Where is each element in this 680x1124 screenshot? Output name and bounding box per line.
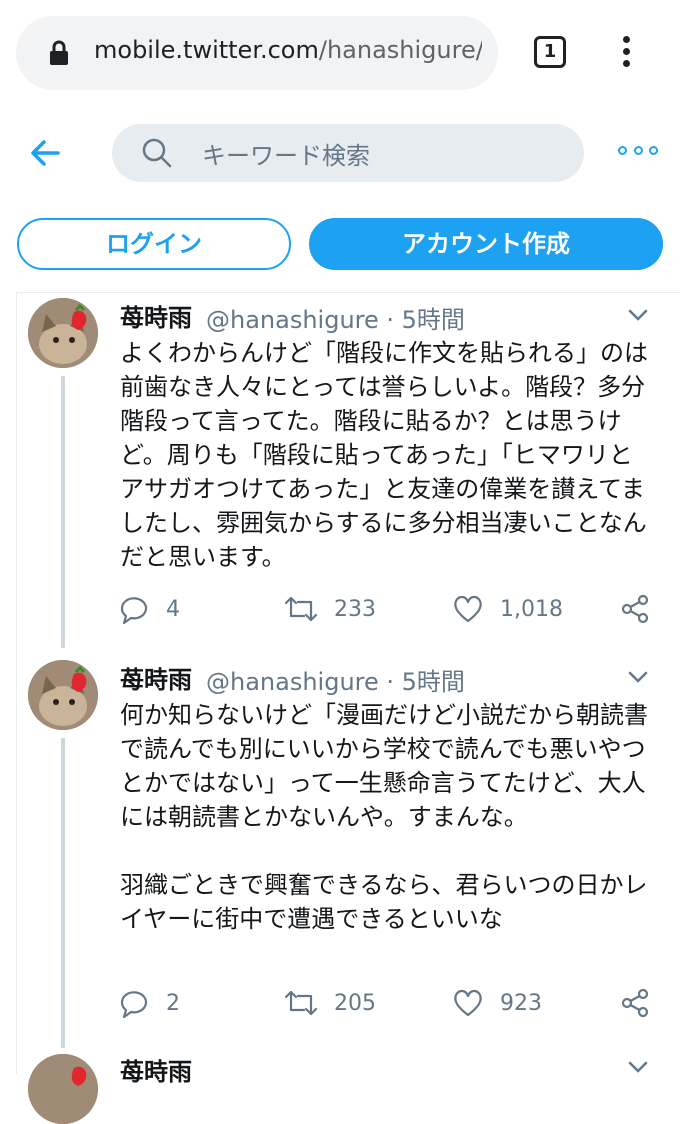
handle-timestamp[interactable]: @hanashigure · 5時間 bbox=[206, 662, 465, 697]
tab-switcher-button[interactable]: 1 bbox=[534, 36, 566, 68]
search-placeholder: キーワード検索 bbox=[202, 142, 370, 170]
tweet-text: 何か知らないけど「漫画だけど小説だから朝読書で読んでも別にいいから学校で読んでも… bbox=[120, 701, 648, 933]
avatar-image bbox=[28, 298, 98, 368]
tweet-text: よくわからんけど「階段に作文を貼られる」のは前歯なき人々にとっては誉らしいよ。階… bbox=[120, 339, 648, 571]
display-name[interactable]: 苺時雨 bbox=[120, 1052, 192, 1087]
like-count: 1,018 bbox=[500, 596, 563, 622]
reply-icon bbox=[120, 991, 148, 1018]
reply-action[interactable]: 4 bbox=[118, 594, 180, 624]
avatar-image bbox=[28, 660, 98, 730]
reply-count: 4 bbox=[166, 596, 180, 622]
retweet-count: 233 bbox=[334, 596, 376, 622]
chevron-down-icon[interactable] bbox=[628, 670, 648, 684]
reply-count: 2 bbox=[166, 990, 180, 1016]
avatar[interactable] bbox=[28, 660, 98, 730]
browser-menu-icon[interactable] bbox=[618, 36, 634, 72]
display-name[interactable]: 苺時雨 bbox=[120, 298, 192, 333]
chevron-down-icon[interactable] bbox=[628, 308, 648, 322]
heart-icon bbox=[454, 989, 482, 1017]
search-icon bbox=[142, 138, 172, 168]
like-action[interactable]: 1,018 bbox=[452, 594, 563, 624]
chevron-down-icon[interactable] bbox=[628, 1060, 648, 1074]
like-action[interactable]: 923 bbox=[452, 988, 542, 1018]
display-name[interactable]: 苺時雨 bbox=[120, 660, 192, 695]
avatar-image bbox=[28, 1054, 98, 1124]
login-button[interactable]: ログイン bbox=[17, 218, 291, 270]
reply-action[interactable]: 2 bbox=[118, 988, 180, 1018]
retweet-count: 205 bbox=[334, 990, 376, 1016]
avatar[interactable] bbox=[28, 298, 98, 368]
like-count: 923 bbox=[500, 990, 542, 1016]
thread-line bbox=[61, 376, 65, 648]
retweet-action[interactable]: 233 bbox=[284, 594, 376, 624]
signup-button[interactable]: アカウント作成 bbox=[309, 218, 663, 270]
more-options-icon[interactable] bbox=[618, 146, 658, 160]
url-host: mobile.twitter.com bbox=[94, 36, 319, 64]
avatar[interactable] bbox=[28, 1054, 98, 1124]
retweet-action[interactable]: 205 bbox=[284, 988, 376, 1018]
browser-toolbar: mobile.twitter.com/hanashigure/s 1 bbox=[0, 0, 680, 107]
url-text[interactable]: mobile.twitter.com/hanashigure/s bbox=[94, 36, 482, 64]
heart-icon bbox=[454, 595, 482, 623]
retweet-icon bbox=[284, 990, 318, 1016]
thread-line bbox=[61, 738, 65, 1048]
lock-icon bbox=[50, 40, 68, 65]
reply-icon bbox=[120, 597, 148, 624]
share-icon[interactable] bbox=[620, 988, 650, 1018]
back-arrow-icon[interactable] bbox=[28, 136, 62, 170]
url-path: /hanashigure/s bbox=[318, 36, 482, 64]
tab-count: 1 bbox=[543, 41, 557, 62]
share-icon[interactable] bbox=[620, 594, 650, 624]
retweet-icon bbox=[284, 596, 318, 622]
handle-timestamp[interactable]: @hanashigure · 5時間 bbox=[206, 300, 465, 335]
